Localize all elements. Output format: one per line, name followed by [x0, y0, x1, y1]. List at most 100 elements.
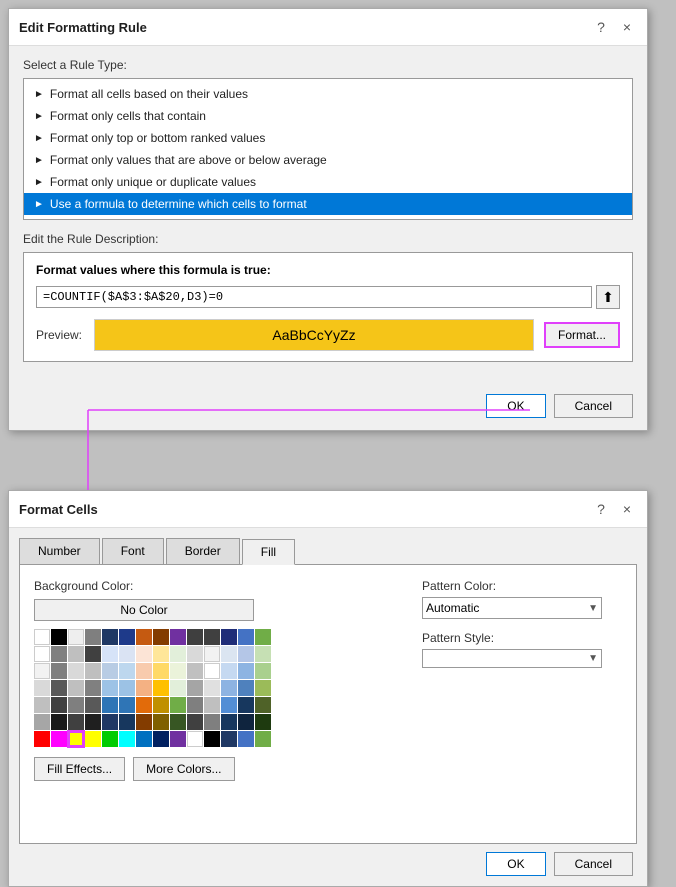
color-cell[interactable] [187, 663, 203, 679]
color-cell[interactable] [238, 646, 254, 662]
pattern-style-select[interactable]: ▼ [422, 649, 602, 668]
color-cell[interactable] [170, 714, 186, 730]
color-cell[interactable] [170, 680, 186, 696]
color-cell[interactable] [51, 663, 67, 679]
color-cell[interactable] [238, 663, 254, 679]
color-cell[interactable] [51, 731, 67, 747]
edit-dialog-close-icon[interactable]: × [617, 17, 637, 37]
color-cell[interactable] [238, 714, 254, 730]
rule-item-2[interactable]: ► Format only top or bottom ranked value… [24, 127, 632, 149]
color-cell[interactable] [187, 731, 203, 747]
rule-item-4[interactable]: ► Format only unique or duplicate values [24, 171, 632, 193]
color-cell[interactable] [170, 629, 186, 645]
color-cell[interactable] [68, 646, 84, 662]
fill-effects-button[interactable]: Fill Effects... [34, 757, 125, 781]
more-colors-button[interactable]: More Colors... [133, 757, 234, 781]
color-cell[interactable] [102, 731, 118, 747]
color-cell[interactable] [68, 663, 84, 679]
color-cell[interactable] [51, 629, 67, 645]
color-cell[interactable] [68, 697, 84, 713]
tab-fill[interactable]: Fill [242, 539, 295, 565]
color-cell[interactable] [102, 680, 118, 696]
color-cell[interactable] [136, 663, 152, 679]
color-cell[interactable] [34, 731, 50, 747]
color-cell[interactable] [221, 714, 237, 730]
format-dialog-help-icon[interactable]: ? [591, 499, 611, 519]
rule-item-3[interactable]: ► Format only values that are above or b… [24, 149, 632, 171]
color-cell[interactable] [170, 731, 186, 747]
color-cell[interactable] [221, 731, 237, 747]
color-cell[interactable] [119, 697, 135, 713]
color-cell[interactable] [34, 714, 50, 730]
edit-ok-button[interactable]: OK [486, 394, 545, 418]
color-cell[interactable] [255, 629, 271, 645]
edit-cancel-button[interactable]: Cancel [554, 394, 633, 418]
color-cell[interactable] [102, 663, 118, 679]
color-cell[interactable] [170, 646, 186, 662]
color-cell[interactable] [51, 646, 67, 662]
color-cell[interactable] [204, 731, 220, 747]
color-cell[interactable] [204, 646, 220, 662]
color-cell[interactable] [238, 680, 254, 696]
color-cell[interactable] [136, 731, 152, 747]
color-cell[interactable] [34, 629, 50, 645]
color-cell[interactable] [255, 646, 271, 662]
color-cell[interactable] [136, 629, 152, 645]
color-cell[interactable] [102, 697, 118, 713]
color-cell[interactable] [204, 663, 220, 679]
color-cell[interactable] [153, 680, 169, 696]
color-cell[interactable] [102, 629, 118, 645]
color-cell[interactable] [187, 629, 203, 645]
rule-item-1[interactable]: ► Format only cells that contain [24, 105, 632, 127]
color-cell[interactable] [119, 629, 135, 645]
color-cell[interactable] [85, 646, 101, 662]
color-cell[interactable] [34, 697, 50, 713]
pattern-color-select[interactable]: Automatic ▼ [422, 597, 602, 619]
color-cell[interactable] [119, 646, 135, 662]
color-cell[interactable] [85, 714, 101, 730]
color-cell[interactable] [221, 646, 237, 662]
color-cell[interactable] [34, 680, 50, 696]
color-cell[interactable] [187, 697, 203, 713]
color-cell[interactable] [119, 680, 135, 696]
tab-border[interactable]: Border [166, 538, 240, 564]
color-cell[interactable] [221, 629, 237, 645]
color-cell[interactable] [119, 714, 135, 730]
color-cell[interactable] [68, 714, 84, 730]
color-cell[interactable] [153, 646, 169, 662]
color-cell[interactable] [153, 697, 169, 713]
no-color-button[interactable]: No Color [34, 599, 254, 621]
color-cell[interactable] [136, 714, 152, 730]
color-cell[interactable] [153, 663, 169, 679]
color-cell[interactable] [221, 680, 237, 696]
color-cell[interactable] [255, 697, 271, 713]
color-cell[interactable] [255, 680, 271, 696]
color-cell[interactable] [85, 731, 101, 747]
rule-item-5[interactable]: ► Use a formula to determine which cells… [24, 193, 632, 215]
color-cell[interactable] [153, 629, 169, 645]
edit-dialog-help-icon[interactable]: ? [591, 17, 611, 37]
color-cell[interactable] [51, 697, 67, 713]
color-cell[interactable] [204, 629, 220, 645]
color-cell[interactable] [85, 663, 101, 679]
color-cell[interactable] [221, 697, 237, 713]
color-cell[interactable] [170, 697, 186, 713]
color-cell-selected[interactable] [68, 731, 84, 747]
formula-input[interactable] [36, 286, 592, 308]
color-cell[interactable] [153, 731, 169, 747]
tab-font[interactable]: Font [102, 538, 164, 564]
color-cell[interactable] [170, 663, 186, 679]
color-cell[interactable] [34, 663, 50, 679]
color-cell[interactable] [153, 714, 169, 730]
color-cell[interactable] [255, 731, 271, 747]
color-cell[interactable] [51, 714, 67, 730]
color-cell[interactable] [68, 680, 84, 696]
rule-item-0[interactable]: ► Format all cells based on their values [24, 83, 632, 105]
color-cell[interactable] [255, 714, 271, 730]
color-cell[interactable] [187, 646, 203, 662]
tab-number[interactable]: Number [19, 538, 100, 564]
color-cell[interactable] [119, 731, 135, 747]
color-cell[interactable] [34, 646, 50, 662]
color-cell[interactable] [204, 714, 220, 730]
color-cell[interactable] [136, 680, 152, 696]
